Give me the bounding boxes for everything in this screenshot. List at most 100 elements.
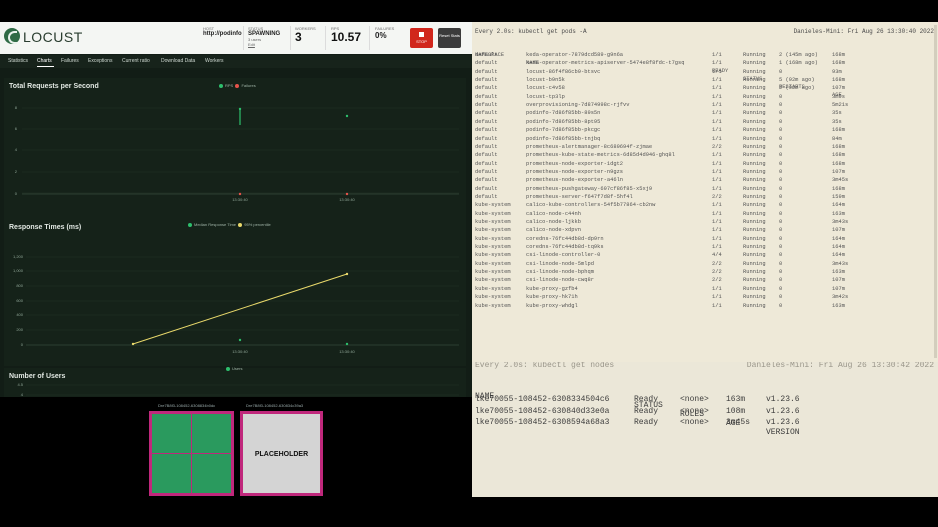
y-tick-label: 1,200 xyxy=(13,254,24,259)
table-cell: csi-linode-node-5mlpd xyxy=(526,260,594,267)
users-chart-panel: Number of Users Users 4.5 4 xyxy=(4,366,466,397)
table-cell: 0 xyxy=(779,277,783,284)
divider xyxy=(369,26,370,50)
table-cell: 84m xyxy=(832,135,842,142)
table-cell: 107m xyxy=(832,277,845,284)
table-cell: 1/1 xyxy=(712,93,722,100)
y-tick-label: 4.5 xyxy=(17,382,23,387)
table-cell: 1/1 xyxy=(712,127,722,134)
table-cell: kube-system xyxy=(475,260,511,267)
table-cell: 1/1 xyxy=(712,168,722,175)
active-tab-indicator xyxy=(37,66,54,67)
y-tick-label: 1,000 xyxy=(13,268,24,273)
table-cell: csi-linode-node-bphqm xyxy=(526,269,594,276)
table-cell: 1/1 xyxy=(712,52,722,58)
table-cell: Running xyxy=(743,269,766,276)
workers-stat: WORKERS 3 xyxy=(295,26,316,44)
median-point xyxy=(238,338,242,342)
table-cell: 0 xyxy=(779,143,783,150)
scrollbar[interactable] xyxy=(934,25,937,358)
table-cell: prometheus-server-f647f7d8f-5hf4l xyxy=(526,193,633,200)
table-cell: 1/1 xyxy=(712,210,722,217)
x-tick-label: 13:30:40 xyxy=(339,349,355,354)
tab-failures[interactable]: Failures xyxy=(61,58,79,64)
table-cell: Running xyxy=(743,252,766,259)
table-cell: 0 xyxy=(779,285,783,292)
table-cell: prometheus-node-exporter-1dgt2 xyxy=(526,160,624,167)
y-tick-label: 8 xyxy=(15,105,18,110)
terminal-pods[interactable]: Every 2.0s: kubectl get pods -A Danieles… xyxy=(472,22,938,362)
table-cell: csi-linode-node-cwq8r xyxy=(526,277,594,284)
table-cell: 0 xyxy=(779,160,783,167)
table-cell: kube-system xyxy=(475,269,511,276)
table-cell: Running xyxy=(743,210,766,217)
table-cell: 3m42s xyxy=(832,294,849,301)
y-tick-label: 6 xyxy=(15,126,18,131)
table-cell: default xyxy=(475,110,498,117)
table-cell: 1/1 xyxy=(712,152,722,159)
table-cell: Running xyxy=(743,285,766,292)
table-cell: 159m xyxy=(832,193,845,200)
tab-current-ratio[interactable]: Current ratio xyxy=(122,58,150,64)
rps-value: 10.57 xyxy=(331,30,362,44)
p95-point xyxy=(345,272,349,276)
table-cell: 0 xyxy=(779,193,783,200)
y-tick-label: 4 xyxy=(21,392,24,397)
table-cell: 0 xyxy=(779,102,783,109)
table-cell: calico-node-ljkkb xyxy=(526,219,581,225)
tab-charts[interactable]: Charts xyxy=(37,58,52,64)
table-cell: 107m xyxy=(832,85,845,92)
table-cell: 164m xyxy=(832,235,845,242)
table-cell: 168m xyxy=(832,52,845,58)
table-cell: Running xyxy=(743,235,766,242)
table-cell: default xyxy=(475,127,498,134)
grid-cell xyxy=(152,454,191,493)
tab-download-data[interactable]: Download Data xyxy=(161,58,195,64)
table-cell: default xyxy=(475,193,498,200)
table-cell: 0 xyxy=(779,235,783,242)
table-cell: 1/1 xyxy=(712,60,722,67)
table-cell: default xyxy=(475,118,498,125)
terminal-nodes[interactable]: Every 2.0s: kubectl get nodes Danieles-M… xyxy=(472,362,938,497)
tile-label: Dre7B8f3-108452-6308834b0dc xyxy=(158,403,216,408)
tab-exceptions[interactable]: Exceptions xyxy=(88,58,112,64)
terminal-clock: Danieles-Mini: Fri Aug 26 13:30:42 2022 xyxy=(746,362,934,370)
table-cell: 168m xyxy=(832,152,845,159)
tab-statistics[interactable]: Statistics xyxy=(8,58,28,64)
y-tick-label: 800 xyxy=(16,283,23,288)
reset-stats-button[interactable]: Reset Stats xyxy=(438,28,461,48)
table-cell: 168m xyxy=(832,160,845,167)
table-cell: Running xyxy=(743,260,766,267)
table-cell: locust-c4v58 xyxy=(526,85,565,92)
stop-button[interactable]: STOP xyxy=(410,28,433,48)
table-cell: kube-system xyxy=(475,252,511,259)
table-cell: 107m xyxy=(832,168,845,175)
edit-users-link[interactable]: Edit xyxy=(248,42,280,47)
table-cell: 1/1 xyxy=(712,102,722,109)
table-cell: 163m xyxy=(832,210,845,217)
table-cell: 168m xyxy=(832,77,845,84)
table-cell: 1/1 xyxy=(712,135,722,142)
table-cell: 0 xyxy=(779,227,783,234)
table-cell: 3m43s xyxy=(832,260,849,267)
table-cell: Running xyxy=(743,294,766,301)
table-cell: coredns-76fc44db8d-dp9rn xyxy=(526,235,604,242)
table-cell: 0 xyxy=(779,152,783,159)
table-cell: Ready xyxy=(634,406,659,416)
host-value: http://podinfo xyxy=(203,31,242,37)
table-cell: kube-proxy-hk71h xyxy=(526,294,578,301)
table-cell: prometheus-kube-state-metrics-6d85d4d946… xyxy=(526,152,675,159)
y-tick-label: 0 xyxy=(15,191,18,196)
table-cell: 2/2 xyxy=(712,269,722,276)
table-cell: kube-system xyxy=(475,227,511,234)
table-cell: default xyxy=(475,93,498,100)
table-cell: 107m xyxy=(832,227,845,234)
table-cell: 35s xyxy=(832,118,842,125)
tab-workers[interactable]: Workers xyxy=(205,58,224,64)
table-cell: <none> xyxy=(680,418,709,427)
table-cell: keda-operator-metrics-apiserver-5474e8f8… xyxy=(526,60,685,67)
table-cell: kube-system xyxy=(475,302,511,309)
rps-point xyxy=(345,114,349,118)
table-cell: 0 xyxy=(779,93,783,100)
y-tick-label: 2 xyxy=(15,169,18,174)
